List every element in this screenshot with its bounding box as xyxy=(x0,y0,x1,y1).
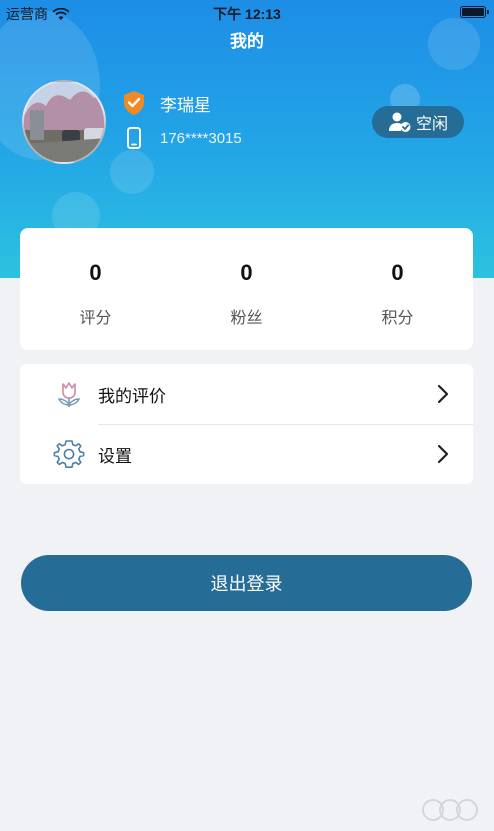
profile-name-row: 李瑞星 xyxy=(122,90,211,116)
menu-item-label: 我的评价 xyxy=(98,386,166,406)
menu-item-label: 设置 xyxy=(98,446,132,466)
stat-fans[interactable]: 0 粉丝 xyxy=(171,228,322,350)
decorative-bubble xyxy=(110,150,154,194)
watermark-logo xyxy=(422,799,478,821)
logout-button[interactable]: 退出登录 xyxy=(21,555,472,611)
avatar-photo xyxy=(24,82,104,162)
stats-card: 0 评分 0 粉丝 0 积分 xyxy=(20,228,473,350)
availability-status-label: 空闲 xyxy=(415,116,448,133)
page-title: 我的 xyxy=(230,32,264,51)
stat-value: 0 xyxy=(240,260,253,285)
profile-phone: 176****3015 xyxy=(160,129,242,147)
stat-points[interactable]: 0 积分 xyxy=(322,228,473,350)
shield-check-icon xyxy=(124,91,144,115)
profile-phone-row: 176****3015 xyxy=(122,126,242,150)
stat-value: 0 xyxy=(391,260,404,285)
stat-label: 评分 xyxy=(79,310,112,327)
stat-label: 积分 xyxy=(381,310,414,327)
flower-icon xyxy=(57,382,81,407)
chevron-right-icon xyxy=(437,444,449,464)
chevron-right-icon xyxy=(437,384,449,404)
gear-icon xyxy=(53,440,85,468)
status-bar: 运营商 下午 12:13 xyxy=(0,0,494,24)
menu-card: 我的评价 设置 xyxy=(20,364,473,484)
stat-label: 粉丝 xyxy=(230,310,263,327)
availability-status-button[interactable]: 空闲 xyxy=(372,106,464,138)
battery-icon xyxy=(460,6,489,18)
profile-name: 李瑞星 xyxy=(160,95,211,115)
menu-item-my-reviews[interactable]: 我的评价 xyxy=(20,364,473,424)
phone-icon xyxy=(127,127,141,149)
user-check-icon xyxy=(388,112,411,132)
menu-item-settings[interactable]: 设置 xyxy=(20,424,473,484)
clock: 下午 12:13 xyxy=(213,6,281,22)
stat-value: 0 xyxy=(89,260,102,285)
avatar[interactable] xyxy=(22,80,106,164)
stat-rating[interactable]: 0 评分 xyxy=(20,228,171,350)
